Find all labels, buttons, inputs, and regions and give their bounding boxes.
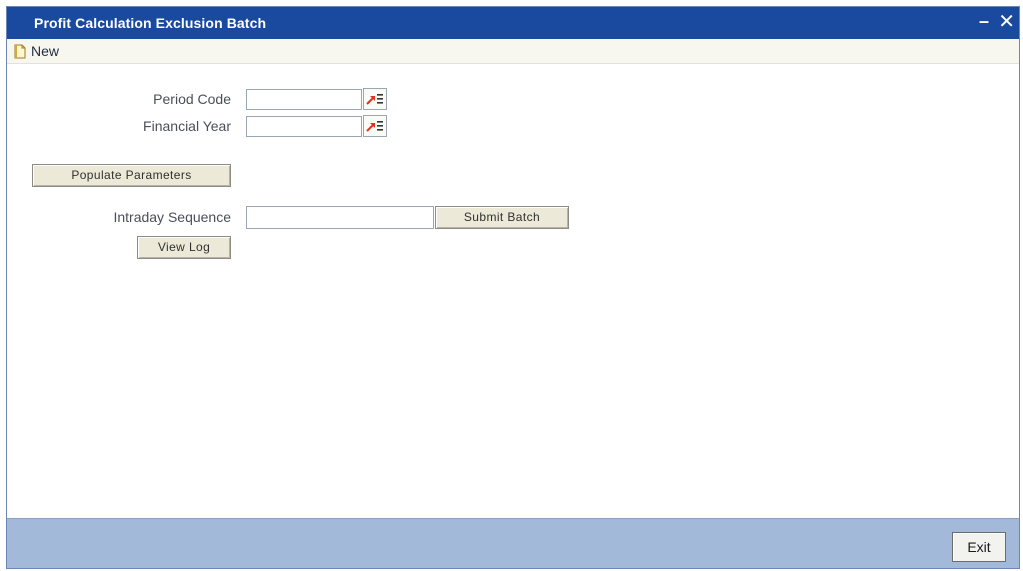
submit-batch-button[interactable]: Submit Batch [435,206,569,229]
toolbar: New [7,39,1019,64]
list-of-values-icon [366,121,383,132]
financial-year-label: Financial Year [143,118,231,134]
financial-year-input[interactable] [246,116,362,137]
period-code-input[interactable] [246,89,362,110]
list-of-values-icon [366,94,383,105]
exit-button[interactable]: Exit [952,532,1006,562]
intraday-sequence-label: Intraday Sequence [113,209,231,225]
view-log-button[interactable]: View Log [137,236,231,259]
period-code-label: Period Code [153,91,231,107]
footer-bar: Exit [7,518,1019,568]
minimize-icon[interactable]: – [979,11,989,32]
financial-year-lov-button[interactable] [363,115,387,137]
new-button[interactable]: New [14,42,59,60]
new-label: New [31,43,60,59]
new-document-icon [14,44,26,58]
close-icon[interactable]: ✕ [998,9,1015,34]
batch-window: Profit Calculation Exclusion Batch – ✕ N… [6,6,1020,569]
intraday-sequence-input[interactable] [246,206,434,229]
populate-parameters-button[interactable]: Populate Parameters [32,164,231,187]
window-title: Profit Calculation Exclusion Batch [34,15,267,31]
period-code-lov-button[interactable] [363,88,387,110]
title-bar: Profit Calculation Exclusion Batch – ✕ [7,7,1019,39]
